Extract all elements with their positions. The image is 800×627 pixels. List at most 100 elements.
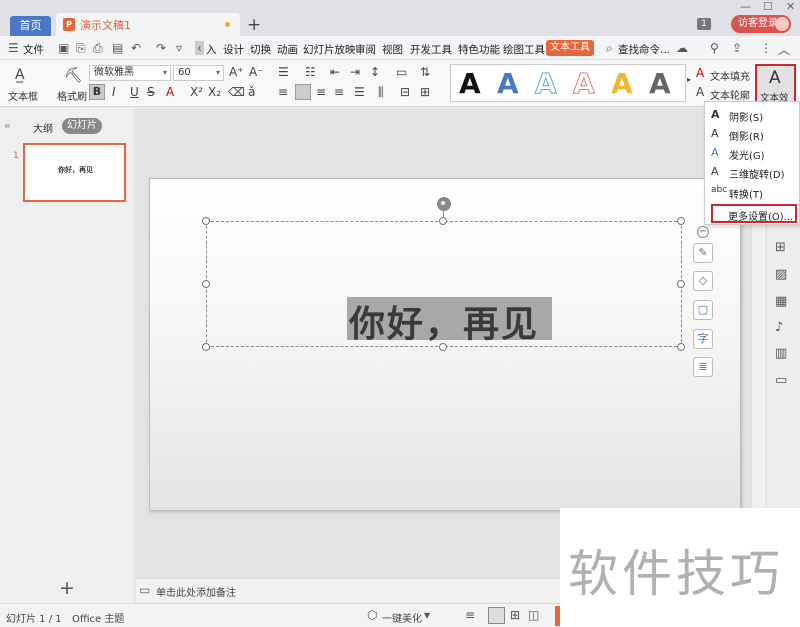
undo-icon[interactable]: ↶ [131, 41, 141, 55]
preview-icon[interactable]: ▤ [112, 41, 123, 55]
line-spacing-icon[interactable]: ↕ [370, 65, 380, 79]
text-direction-icon[interactable]: ⇅ [420, 65, 430, 79]
menu-design[interactable]: 设计 [223, 42, 244, 57]
style-gray[interactable]: A [649, 67, 671, 100]
frame-icon[interactable]: ▢ [693, 300, 713, 320]
pen-icon[interactable]: ✎ [693, 243, 713, 263]
style-outline-blue[interactable]: A [535, 67, 558, 101]
align-center-button[interactable] [295, 84, 311, 100]
text-fill-label[interactable]: 文本填充 [710, 68, 750, 83]
close-icon[interactable]: ✕ [786, 0, 795, 13]
font-color-icon[interactable]: A [166, 85, 174, 99]
style-outline-red[interactable]: A [573, 67, 596, 101]
new-tab-button[interactable]: + [247, 15, 261, 35]
chevron-down-icon[interactable]: ▾ [424, 608, 430, 622]
font-name-select[interactable]: 微软雅黑 ▾ [89, 65, 171, 81]
tab-text-tools[interactable]: 文本工具 [546, 40, 594, 56]
notes-toggle-icon[interactable]: ≡ [465, 608, 475, 622]
one-click-beautify[interactable]: 一键美化 [382, 610, 422, 625]
rotate-handle[interactable] [437, 197, 451, 211]
style-orange[interactable]: A [611, 67, 633, 100]
smart-art-icon[interactable]: ⊞ [420, 85, 430, 99]
menu-view[interactable]: 视图 [382, 42, 403, 57]
menu-animation[interactable]: 动画 [277, 42, 298, 57]
decrease-font-icon[interactable]: A⁻ [249, 65, 264, 79]
cloud-icon[interactable]: ☁ [676, 41, 688, 55]
archive-icon[interactable]: ▭ [775, 373, 787, 388]
collapse-panel-icon[interactable]: « [4, 119, 11, 132]
grid-icon[interactable]: ⊞ [775, 240, 786, 255]
menu-review[interactable]: 审阅 [355, 42, 376, 57]
play-button-edge[interactable] [555, 606, 560, 626]
more-settings-item[interactable]: 更多设置(O)... [711, 204, 797, 223]
superscript-icon[interactable]: X² [190, 85, 203, 99]
more-quick-icon[interactable]: ▿ [176, 41, 182, 55]
numbered-list-icon[interactable]: ☷ [305, 65, 316, 79]
style-blue[interactable]: A [497, 67, 519, 100]
tab-slides[interactable]: 幻灯片 [62, 118, 102, 134]
text-outline-label[interactable]: 文本轮廓 [710, 87, 750, 102]
menu-item-3d-rotation[interactable]: A 三维旋转(D) [705, 162, 799, 181]
menu-item-glow[interactable]: A 发光(G) [705, 143, 799, 162]
search-command[interactable]: 查找命令... [618, 42, 670, 57]
align-right-icon[interactable]: ≡ [316, 85, 326, 99]
text-fill-icon[interactable]: A [696, 66, 704, 80]
window-count-badge[interactable]: 1 [697, 18, 711, 30]
reading-view-icon[interactable]: ◫ [528, 608, 539, 622]
notes-bar[interactable]: ▭ 单击此处添加备注 [136, 578, 560, 602]
resize-handle-br[interactable] [677, 343, 685, 351]
increase-font-icon[interactable]: A⁺ [229, 65, 244, 79]
subscript-icon[interactable]: X₂ [208, 85, 221, 99]
resize-handle-bl[interactable] [202, 343, 210, 351]
bold-button[interactable]: B [89, 84, 105, 100]
menu-insert[interactable]: 入 [206, 42, 217, 57]
redo-icon[interactable]: ↷ [156, 41, 166, 55]
textbox-icon[interactable]: A̲ [15, 67, 25, 83]
menu-transition[interactable]: 切换 [250, 42, 271, 57]
font-size-select[interactable]: 60 ▾ [173, 65, 224, 81]
collapse-ribbon-icon[interactable]: ︿ [778, 41, 790, 58]
menu-features[interactable]: 特色功能 [458, 42, 500, 57]
clear-format-icon[interactable]: ⌫ [228, 85, 245, 99]
distribute-icon[interactable]: ☰ [354, 85, 365, 99]
format-brush-icon[interactable]: ⛏ [64, 66, 83, 84]
export-icon[interactable]: ⎘ [76, 41, 86, 56]
normal-view-button[interactable] [488, 607, 505, 624]
menu-file[interactable]: 文件 [23, 42, 44, 57]
style-black[interactable]: A [459, 67, 481, 100]
search-icon[interactable]: ⌕ [606, 41, 613, 56]
minimize-icon[interactable]: — [740, 0, 751, 13]
scroll-left-icon[interactable]: ‹ [195, 41, 204, 55]
tab-document[interactable]: P 演示文稿1 [56, 13, 240, 36]
share-icon[interactable]: ⇪ [732, 41, 742, 55]
more-vertical-icon[interactable]: ⋮ [760, 41, 772, 55]
gallery-more-icon[interactable]: ▸ [687, 75, 691, 84]
sorter-view-icon[interactable]: ⊞ [510, 608, 520, 622]
print-icon[interactable]: ⎙ [93, 41, 103, 56]
save-icon[interactable]: ▣ [58, 41, 69, 55]
slide-text[interactable]: 你好，再见 [349, 295, 539, 347]
resize-handle-tl[interactable] [202, 217, 210, 225]
maximize-icon[interactable]: ☐ [763, 0, 773, 13]
justify-icon[interactable]: ≡ [334, 85, 344, 99]
chart-icon[interactable]: ▥ [775, 346, 787, 361]
format-brush-label[interactable]: 格式刷 [57, 88, 87, 103]
text-char-icon[interactable]: 字 [693, 329, 713, 349]
beautify-icon[interactable]: ⬡ [367, 608, 377, 622]
indent-icon[interactable]: ⇥ [350, 65, 360, 79]
hamburger-icon[interactable]: ☰ [8, 41, 19, 55]
outdent-icon[interactable]: ⇤ [330, 65, 340, 79]
menu-drawing-tools[interactable]: 绘图工具 [503, 42, 545, 57]
menu-developer[interactable]: 开发工具 [410, 42, 452, 57]
theme-name[interactable]: Office 主题 [72, 610, 124, 625]
menu-item-reflection[interactable]: A 倒影(R) [705, 124, 799, 143]
text-layout-icon[interactable]: ≣ [693, 357, 713, 377]
menu-slideshow[interactable]: 幻灯片放映 [303, 42, 356, 57]
audio-icon[interactable]: ♪ [775, 320, 783, 335]
strikethrough-button[interactable]: S [147, 85, 155, 99]
align-text-icon[interactable]: ⊟ [400, 85, 410, 99]
collapse-tools-icon[interactable]: − [697, 226, 709, 238]
textbox-label[interactable]: 文本框 [8, 88, 38, 103]
resize-handle-t[interactable] [439, 217, 447, 225]
slide-thumbnail[interactable]: 你好，再见 [23, 143, 126, 202]
